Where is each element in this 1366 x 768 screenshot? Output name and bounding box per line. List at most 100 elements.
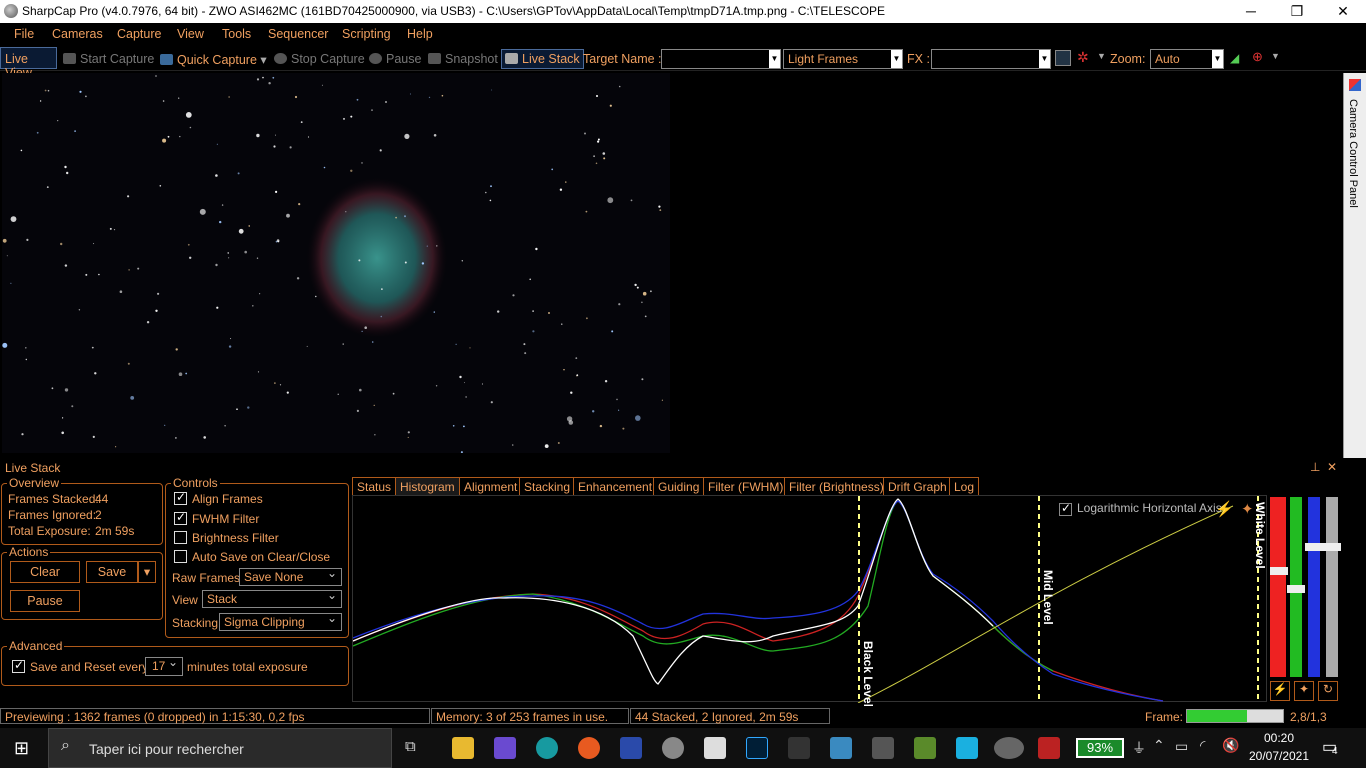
chevron-down-icon[interactable]: ▼	[1271, 51, 1280, 61]
menu-view[interactable]: View	[177, 27, 204, 41]
star-icon[interactable]: ✦	[1294, 681, 1314, 701]
pin-icon[interactable]: ⊥	[1310, 460, 1320, 474]
tab-stacking[interactable]: Stacking	[519, 477, 576, 495]
color-balance-sliders[interactable]	[1268, 497, 1342, 679]
tab-guiding[interactable]: Guiding	[653, 477, 705, 495]
star-point	[21, 433, 24, 436]
tab-drift-graph[interactable]: Drift Graph	[883, 477, 952, 495]
green-slider-handle[interactable]	[1287, 585, 1305, 593]
stop-capture-button[interactable]: Stop Capture	[274, 52, 365, 66]
tab-filter-fwhm[interactable]: Filter (FWHM)	[703, 477, 789, 495]
target-name-input[interactable]: ▼	[661, 49, 781, 69]
pause-button[interactable]: Pause	[369, 52, 421, 66]
green-slider[interactable]	[1287, 497, 1305, 677]
file-explorer-icon[interactable]	[452, 737, 474, 759]
tab-enhancement[interactable]: Enhancement	[573, 477, 658, 495]
task-view-icon[interactable]: ⧉	[405, 738, 416, 755]
auto-stretch-icon[interactable]: ⚡	[1215, 500, 1234, 518]
chevron-up-icon[interactable]: ⌃	[1153, 737, 1165, 754]
quick-capture-button[interactable]: Quick Capture ▾	[160, 52, 267, 67]
auto-save-checkbox[interactable]	[174, 550, 187, 563]
close-button[interactable]: ✕	[1320, 0, 1366, 23]
galaxy-app-icon[interactable]	[788, 737, 810, 759]
tab-status[interactable]: Status	[352, 477, 397, 495]
fx-select[interactable]: ▼	[931, 49, 1051, 69]
camera-control-side-panel[interactable]: Camera Control Panel	[1343, 73, 1366, 458]
menu-cameras[interactable]: Cameras	[52, 27, 103, 41]
menu-sequencer[interactable]: Sequencer	[268, 27, 328, 41]
save-button[interactable]: Save	[86, 561, 138, 583]
close-icon[interactable]: ✕	[1327, 460, 1337, 474]
calculator-icon[interactable]	[704, 737, 726, 759]
star-point	[286, 391, 289, 394]
tab-filter-brightness[interactable]: Filter (Brightness)	[784, 477, 889, 495]
windows-start-icon[interactable]: ⊞	[14, 738, 29, 759]
start-capture-button[interactable]: Start Capture	[63, 52, 154, 66]
menu-tools[interactable]: Tools	[222, 27, 251, 41]
chevron-down-icon[interactable]: ▼	[1097, 51, 1106, 61]
photoshop-icon[interactable]	[746, 737, 768, 759]
red-slider[interactable]	[1270, 497, 1288, 677]
reticle-toggle-icon[interactable]	[1055, 50, 1071, 66]
battery-indicator[interactable]: 93%	[1076, 738, 1124, 758]
star-point	[604, 380, 608, 383]
app-icon-6[interactable]	[956, 737, 978, 759]
red-slider-handle[interactable]	[1270, 567, 1288, 575]
live-stack-button[interactable]: Live Stack	[501, 49, 584, 69]
magnifier-icon[interactable]: ⊕	[1252, 49, 1263, 65]
histogram-panel[interactable]: Black Level Mid Level White Level Logari…	[352, 495, 1267, 707]
reset-stretch-icon[interactable]: ✦	[1241, 500, 1254, 518]
app-icon-3[interactable]	[830, 737, 852, 759]
app-icon-5[interactable]	[914, 737, 936, 759]
app-icon-2[interactable]	[662, 737, 684, 759]
frame-type-select[interactable]: Light Frames ▼	[783, 49, 903, 69]
crosshair-icon[interactable]: ✲	[1077, 49, 1089, 66]
auto-stretch-icon[interactable]: ⚡	[1270, 681, 1290, 701]
view-select[interactable]: Stack	[202, 588, 342, 608]
raw-frames-select[interactable]: Save None	[239, 566, 342, 586]
reset-icon[interactable]: ↻	[1318, 681, 1338, 701]
pause-stack-button[interactable]: Pause	[10, 590, 80, 612]
snapshot-button[interactable]: Snapshot	[428, 52, 498, 66]
stacking-select[interactable]: Sigma Clipping	[219, 611, 342, 631]
save-reset-minutes-stepper[interactable]: 17	[145, 655, 183, 676]
live-view-button[interactable]: Live View	[0, 47, 57, 80]
luminance-slider[interactable]	[1323, 497, 1341, 677]
blue-slider[interactable]	[1305, 497, 1323, 677]
histogram-stretch-icon[interactable]: ◢	[1230, 51, 1239, 65]
sharpcap-taskbar-icon[interactable]	[994, 737, 1024, 759]
blue-slider-handle[interactable]	[1305, 543, 1323, 551]
align-frames-checkbox[interactable]	[174, 490, 187, 505]
clear-button[interactable]: Clear	[10, 561, 80, 583]
app-icon-1[interactable]	[494, 737, 516, 759]
save-reset-checkbox[interactable]	[12, 658, 25, 673]
menu-help[interactable]: Help	[407, 27, 433, 41]
maximize-button[interactable]: ❐	[1274, 0, 1320, 23]
c2a-icon[interactable]	[620, 737, 642, 759]
clock-date[interactable]: 20/07/2021	[1247, 749, 1311, 763]
network-icon[interactable]: ▭	[1175, 738, 1188, 755]
brightness-filter-checkbox[interactable]	[174, 531, 187, 544]
tab-log[interactable]: Log	[949, 477, 980, 495]
firefox-icon[interactable]	[578, 737, 600, 759]
power-icon[interactable]: ⏚	[1132, 738, 1146, 758]
clock-time[interactable]: 00:20	[1249, 731, 1309, 745]
camera-image-viewport[interactable]	[2, 73, 670, 453]
luminance-slider-handle[interactable]	[1323, 543, 1341, 551]
tab-alignment[interactable]: Alignment	[459, 477, 523, 495]
app-icon-4[interactable]	[872, 737, 894, 759]
volume-icon[interactable]: 🔇	[1222, 737, 1239, 754]
fwhm-filter-checkbox[interactable]	[174, 510, 187, 525]
save-dropdown-button[interactable]: ▾	[138, 561, 156, 583]
tab-histogram[interactable]: Histogram	[395, 477, 460, 495]
minimize-button[interactable]: ─	[1228, 0, 1274, 23]
wifi-icon[interactable]: ◜	[1200, 737, 1205, 754]
arduino-icon[interactable]	[536, 737, 558, 759]
taskbar-search-box[interactable]: ⌕ Taper ici pour rechercher	[48, 728, 392, 768]
menu-capture[interactable]: Capture	[117, 27, 161, 41]
menu-file[interactable]: File	[14, 27, 34, 41]
log-axis-checkbox[interactable]	[1059, 501, 1072, 516]
menu-scripting[interactable]: Scripting	[342, 27, 391, 41]
app-icon-7[interactable]	[1038, 737, 1060, 759]
zoom-select[interactable]: Auto ▼	[1150, 49, 1224, 69]
